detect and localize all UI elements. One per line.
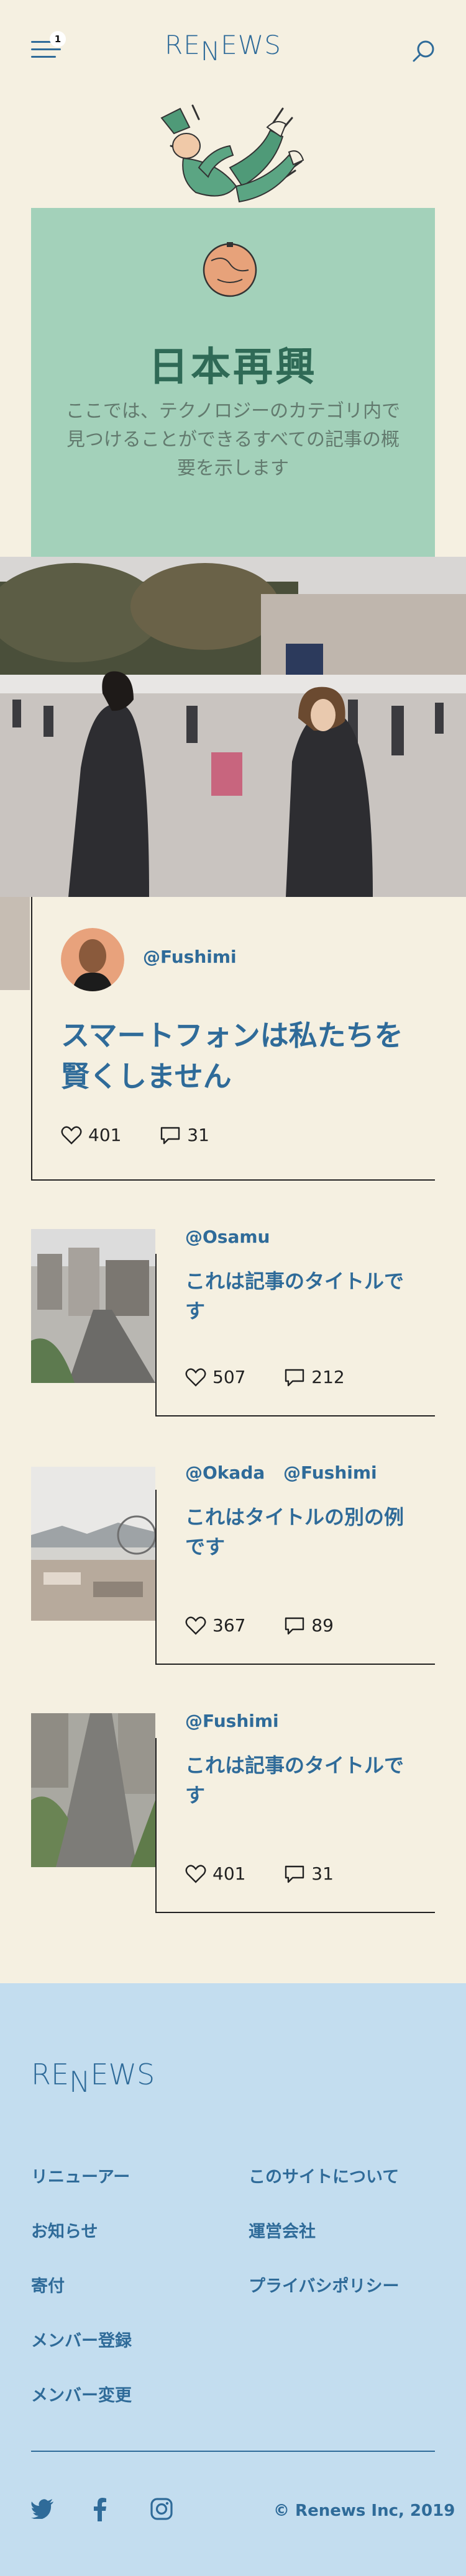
comment-icon (285, 1617, 304, 1635)
site-logo[interactable]: RENEWS (165, 30, 281, 66)
author-name[interactable]: @Fushimi (283, 1462, 377, 1483)
article-stats: 401 31 (61, 1125, 209, 1145)
article-title[interactable]: これは記事のタイトルです (185, 1750, 409, 1810)
like-count: 367 (212, 1615, 246, 1636)
facebook-icon[interactable] (93, 2498, 107, 2521)
comment-button[interactable]: 31 (284, 1863, 334, 1884)
article-thumbnail[interactable] (31, 1229, 155, 1383)
article-stats: 401 31 (185, 1863, 334, 1884)
article-thumbnail[interactable] (31, 1713, 155, 1867)
footer-link-register[interactable]: メンバー登録 (31, 2327, 132, 2351)
heart-icon (61, 1126, 82, 1145)
heart-icon (185, 1368, 206, 1387)
comment-button[interactable]: 212 (284, 1367, 345, 1387)
comment-button[interactable]: 31 (160, 1125, 209, 1145)
author-name[interactable]: @Fushimi (185, 1711, 279, 1731)
author-name[interactable]: @Osamu (185, 1227, 270, 1247)
footer-link-renewer[interactable]: リニューアー (31, 2163, 130, 2187)
comment-icon (161, 1127, 180, 1145)
copyright-text: © Renews Inc, 2019 (273, 2502, 455, 2520)
footer-link-company[interactable]: 運営会社 (249, 2218, 316, 2242)
footer-divider (31, 2451, 435, 2452)
author-name[interactable]: @Fushimi (143, 947, 237, 967)
comment-count: 212 (311, 1367, 345, 1387)
article-title[interactable]: これは記事のタイトルです (185, 1266, 409, 1326)
like-count: 507 (212, 1367, 246, 1387)
article-title[interactable]: これはタイトルの別の例です (185, 1502, 409, 1562)
page-title: 日本再興 (148, 345, 318, 390)
notification-badge: 1 (50, 31, 66, 47)
like-count: 401 (88, 1125, 122, 1145)
decorative-strip (0, 897, 30, 990)
comment-count: 89 (311, 1615, 334, 1636)
like-button[interactable]: 401 (61, 1125, 127, 1145)
comment-icon (285, 1369, 304, 1387)
heart-icon (185, 1616, 206, 1635)
like-button[interactable]: 367 (185, 1615, 245, 1636)
hero-illustration (160, 104, 304, 297)
comment-count: 31 (311, 1863, 334, 1884)
search-icon (413, 40, 434, 62)
footer-link-donate[interactable]: 寄付 (31, 2272, 65, 2297)
like-button[interactable]: 401 (185, 1863, 245, 1884)
heart-icon (185, 1865, 206, 1883)
author-avatar (61, 928, 124, 991)
site-header: 1 RENEWS (0, 0, 466, 99)
footer-link-about[interactable]: このサイトについて (249, 2163, 399, 2187)
comment-icon (285, 1865, 304, 1883)
article-title[interactable]: スマートフォンは私たちを賢くしません (61, 1015, 427, 1097)
search-button[interactable] (410, 37, 437, 65)
article-stats: 507 212 (185, 1367, 345, 1387)
comment-count: 31 (187, 1125, 209, 1145)
like-button[interactable]: 507 (185, 1367, 245, 1387)
comment-button[interactable]: 89 (284, 1615, 334, 1636)
footer-logo[interactable]: RENEWS (31, 2058, 155, 2099)
twitter-icon[interactable] (31, 2499, 55, 2519)
article-stats: 367 89 (185, 1615, 334, 1636)
article-thumbnail[interactable] (31, 1467, 155, 1621)
hero-description: ここでは、テクノロジーのカテゴリ内で見つけることができるすべての記事の概要を示し… (65, 400, 401, 479)
instagram-icon[interactable] (150, 2498, 173, 2520)
footer-link-member-change[interactable]: メンバー変更 (31, 2382, 132, 2406)
hero-photo (0, 557, 466, 897)
like-count: 401 (212, 1863, 246, 1884)
footer-link-privacy[interactable]: プライバシポリシー (249, 2272, 399, 2297)
author-name[interactable]: @Okada (185, 1462, 265, 1483)
footer-link-news[interactable]: お知らせ (31, 2218, 98, 2242)
